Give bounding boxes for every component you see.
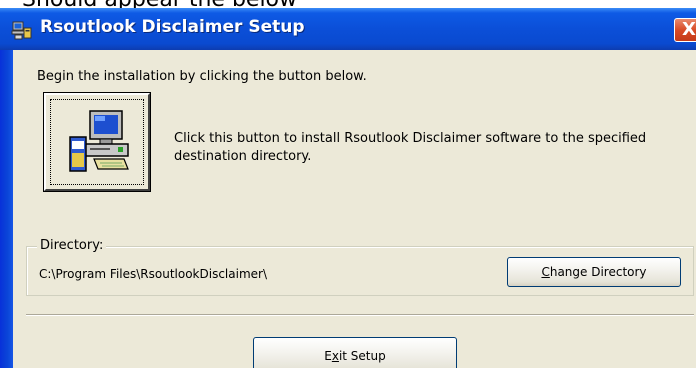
dialog-client-area: Begin the installation by clicking the b… xyxy=(13,50,696,368)
change-directory-button[interactable]: Change Directory xyxy=(507,257,681,287)
directory-label: Directory: xyxy=(37,238,107,253)
change-directory-label: hange Directory xyxy=(549,265,647,279)
title-bar[interactable]: Rsoutlook Disclaimer Setup X xyxy=(0,8,696,50)
install-description: Click this button to install Rsoutlook D… xyxy=(174,131,647,164)
setup-computer-icon xyxy=(11,21,32,40)
directory-group: Directory: C:\Program Files\RsoutlookDis… xyxy=(26,238,694,296)
exit-label-start: E xyxy=(324,349,332,363)
instruction-text: Begin the installation by clicking the b… xyxy=(37,69,367,84)
close-button[interactable]: X xyxy=(674,18,696,42)
change-directory-mnemonic: C xyxy=(541,265,550,279)
setup-window: Rsoutlook Disclaimer Setup X Begin the i… xyxy=(0,8,696,368)
close-icon: X xyxy=(682,19,696,40)
screen: Should appear the below Rsoutlook Discla… xyxy=(0,0,696,368)
exit-mnemonic: x xyxy=(331,349,339,363)
exit-label-end: it Setup xyxy=(338,349,386,363)
directory-path: C:\Program Files\RsoutlookDisclaimer\ xyxy=(39,267,267,281)
window-title: Rsoutlook Disclaimer Setup xyxy=(40,17,305,37)
install-button[interactable] xyxy=(43,92,151,192)
window-frame-left xyxy=(0,50,13,368)
computer-install-icon xyxy=(69,110,129,172)
separator-line xyxy=(26,314,694,316)
exit-setup-button[interactable]: Exit Setup xyxy=(253,337,457,368)
